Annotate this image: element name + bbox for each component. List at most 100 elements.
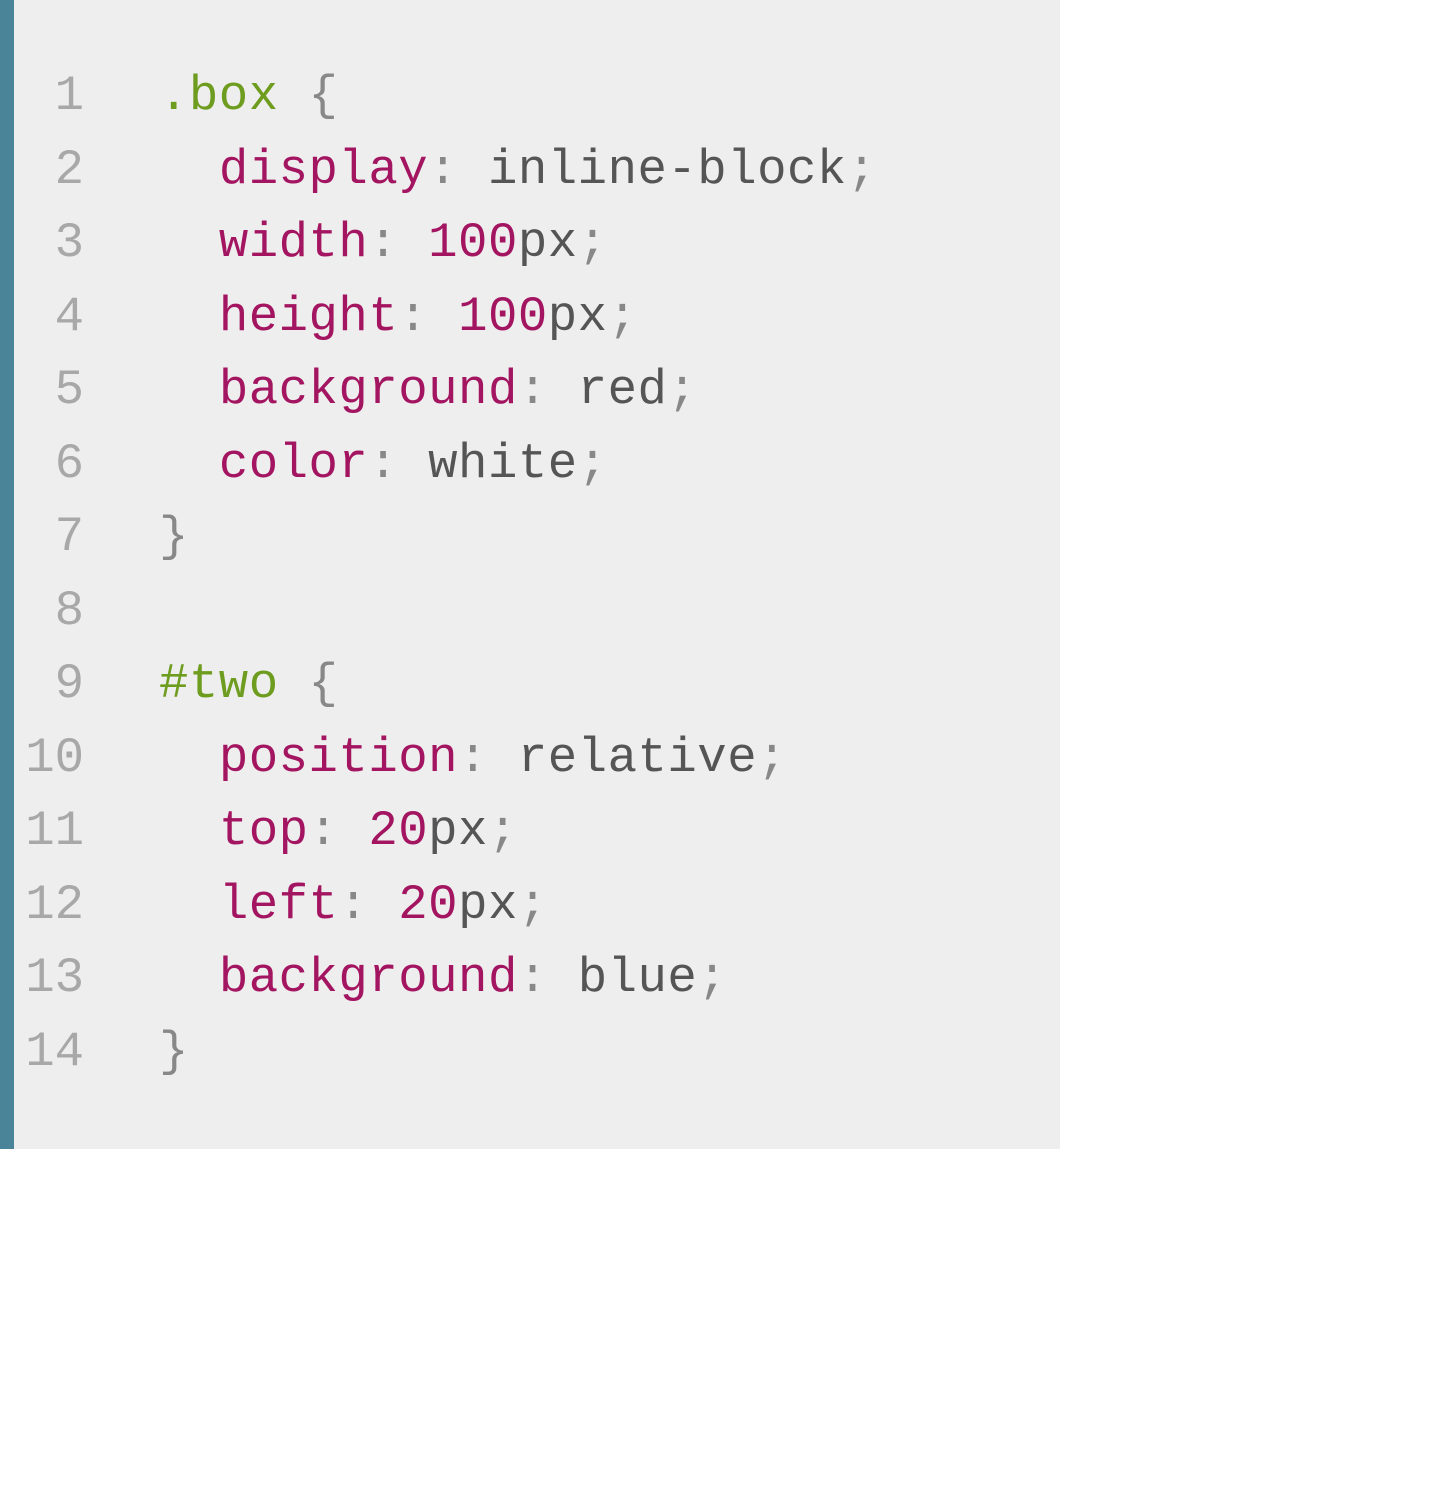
code-content — [159, 575, 189, 649]
token-unit: px — [428, 803, 488, 859]
token-indent — [159, 730, 219, 786]
code-line: 7} — [14, 501, 1020, 575]
line-number: 12 — [14, 869, 114, 943]
token-punct: : — [518, 950, 548, 1006]
token-space — [548, 362, 578, 418]
token-punct: ; — [488, 803, 518, 859]
code-content: width: 100px; — [159, 207, 608, 281]
line-number: 13 — [14, 942, 114, 1016]
code-line: 4 height: 100px; — [14, 281, 1020, 355]
line-number: 4 — [14, 281, 114, 355]
token-space — [458, 142, 488, 198]
code-content: top: 20px; — [159, 795, 518, 869]
line-number: 7 — [14, 501, 114, 575]
token-number: 20 — [398, 877, 458, 933]
token-property: left — [219, 877, 339, 933]
token-punct: : — [368, 436, 398, 492]
token-space — [159, 583, 189, 639]
token-space — [279, 68, 309, 124]
token-space — [428, 289, 458, 345]
token-punct: : — [368, 215, 398, 271]
code-content: height: 100px; — [159, 281, 638, 355]
token-property: color — [219, 436, 369, 492]
code-content: display: inline-block; — [159, 134, 877, 208]
token-value: red — [578, 362, 668, 418]
line-number: 11 — [14, 795, 114, 869]
line-number: 1 — [14, 60, 114, 134]
token-property: top — [219, 803, 309, 859]
token-space — [398, 215, 428, 271]
token-punct: : — [458, 730, 488, 786]
token-value: blue — [578, 950, 698, 1006]
code-content: .box { — [159, 60, 338, 134]
code-line: 3 width: 100px; — [14, 207, 1020, 281]
token-punct: : — [398, 289, 428, 345]
token-property: height — [219, 289, 398, 345]
code-line: 14} — [14, 1016, 1020, 1090]
token-indent — [159, 142, 219, 198]
code-content: } — [159, 1016, 189, 1090]
token-property: display — [219, 142, 428, 198]
token-punct: : — [309, 803, 339, 859]
code-content: color: white; — [159, 428, 608, 502]
code-lines: 1.box {2 display: inline-block;3 width: … — [14, 60, 1020, 1089]
code-line: 11 top: 20px; — [14, 795, 1020, 869]
code-line: 6 color: white; — [14, 428, 1020, 502]
token-punct: ; — [847, 142, 877, 198]
token-property: background — [219, 950, 518, 1006]
token-brace: { — [309, 656, 339, 712]
code-content: left: 20px; — [159, 869, 548, 943]
token-number: 100 — [458, 289, 548, 345]
token-punct: ; — [578, 436, 608, 492]
line-number: 8 — [14, 575, 114, 649]
token-space — [488, 730, 518, 786]
token-property: position — [219, 730, 458, 786]
token-punct: ; — [608, 289, 638, 345]
token-value: white — [428, 436, 578, 492]
token-space — [398, 436, 428, 492]
line-number: 14 — [14, 1016, 114, 1090]
token-unit: px — [458, 877, 518, 933]
code-content: position: relative; — [159, 722, 787, 796]
code-line: 12 left: 20px; — [14, 869, 1020, 943]
token-unit: px — [548, 289, 608, 345]
line-number: 5 — [14, 354, 114, 428]
token-indent — [159, 289, 219, 345]
token-punct: : — [338, 877, 368, 933]
token-space — [279, 656, 309, 712]
token-indent — [159, 950, 219, 1006]
token-punct: ; — [697, 950, 727, 1006]
line-number: 3 — [14, 207, 114, 281]
token-punct: ; — [518, 877, 548, 933]
line-number: 2 — [14, 134, 114, 208]
token-punct: : — [518, 362, 548, 418]
token-punct: ; — [578, 215, 608, 271]
token-space — [368, 877, 398, 933]
line-number: 9 — [14, 648, 114, 722]
code-line: 10 position: relative; — [14, 722, 1020, 796]
token-property: width — [219, 215, 369, 271]
token-selector: #two — [159, 656, 279, 712]
code-line: 9 #two { — [14, 648, 1020, 722]
token-punct: ; — [757, 730, 787, 786]
code-content: background: red; — [159, 354, 697, 428]
token-punct: ; — [667, 362, 697, 418]
code-content: background: blue; — [159, 942, 727, 1016]
line-number: 10 — [14, 722, 114, 796]
line-number: 6 — [14, 428, 114, 502]
token-brace: } — [159, 509, 189, 565]
token-value: inline-block — [488, 142, 847, 198]
token-space — [338, 803, 368, 859]
token-brace: } — [159, 1024, 189, 1080]
token-space — [548, 950, 578, 1006]
code-content: } — [159, 501, 189, 575]
token-number: 100 — [428, 215, 518, 271]
code-line: 1 .box { — [14, 60, 1020, 134]
token-indent — [159, 436, 219, 492]
code-block: 1.box {2 display: inline-block;3 width: … — [0, 0, 1060, 1149]
token-indent — [159, 803, 219, 859]
token-number: 20 — [368, 803, 428, 859]
token-unit: px — [518, 215, 578, 271]
code-line: 2 display: inline-block; — [14, 134, 1020, 208]
token-selector: .box — [159, 68, 279, 124]
